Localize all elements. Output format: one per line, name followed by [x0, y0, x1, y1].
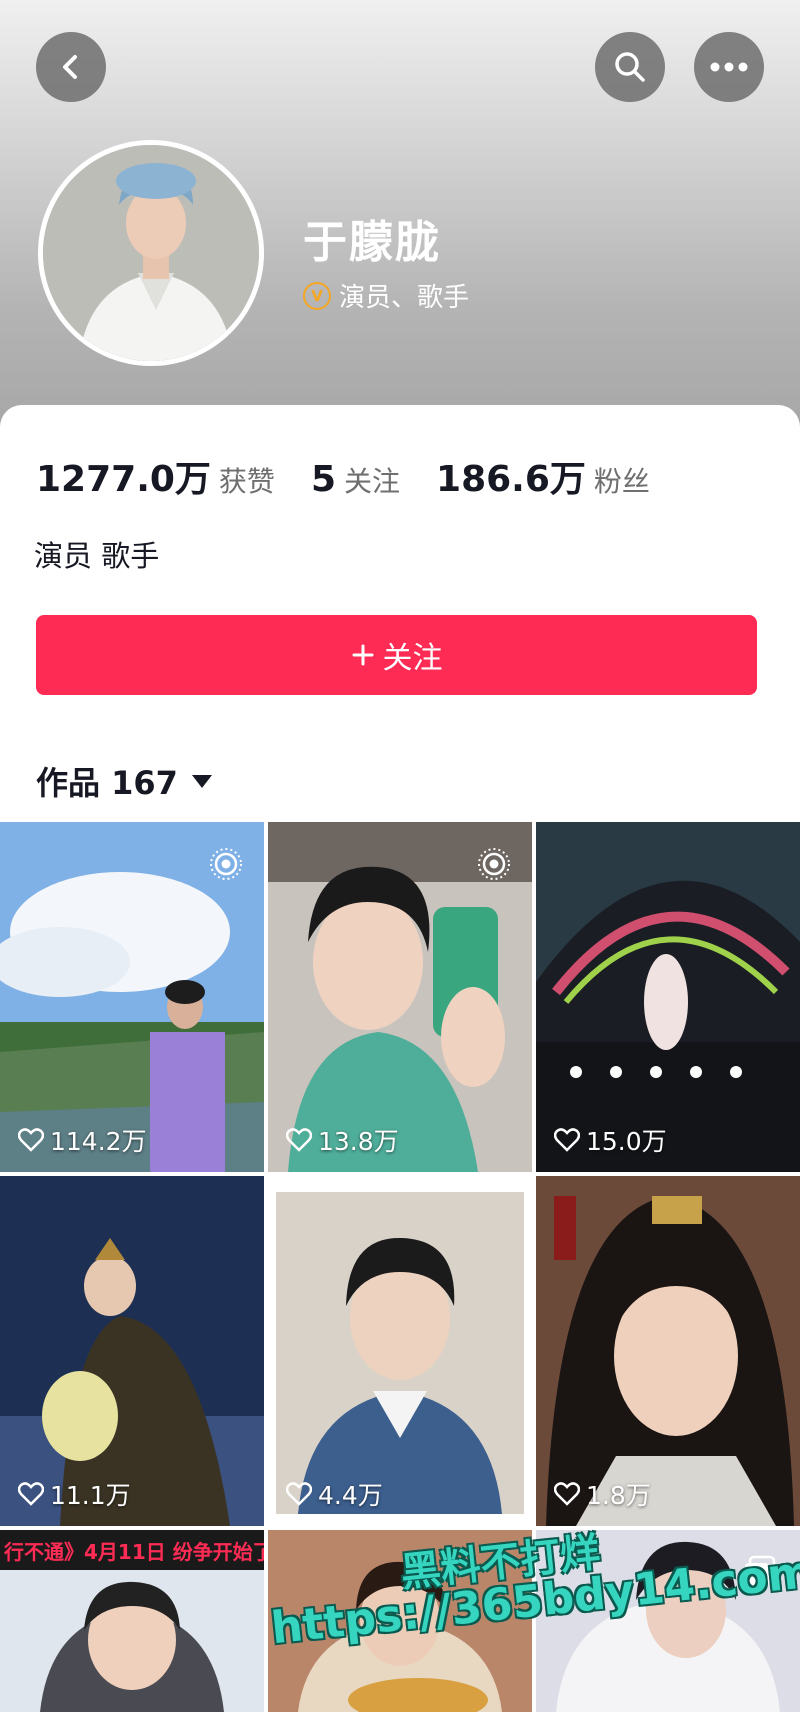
stat-following[interactable]: 5 关注 [311, 459, 400, 500]
likes-count: 1.8万 [554, 1476, 651, 1512]
stat-value: 1277.0万 [36, 459, 211, 500]
likes-value: 114.2万 [50, 1127, 147, 1156]
search-icon [615, 52, 645, 82]
works-label: 作品 167 [36, 764, 178, 802]
stats-row: 1277.0万 获赞 5 关注 186.6万 粉丝 [36, 450, 686, 502]
likes-value: 1.8万 [586, 1481, 651, 1510]
video-tile[interactable]: 114.2万 [0, 822, 264, 1172]
plus-icon [352, 644, 373, 666]
back-button[interactable] [36, 32, 106, 102]
likes-count: 4.4万 [286, 1476, 383, 1512]
likes-value: 15.0万 [586, 1127, 667, 1156]
likes-count: 13.8万 [286, 1122, 399, 1158]
likes-value: 11.1万 [50, 1481, 131, 1510]
likes-count: 114.2万 [18, 1122, 147, 1158]
likes-count: 15.0万 [554, 1122, 667, 1158]
stat-label: 粉丝 [593, 465, 650, 498]
more-dots-icon [710, 62, 748, 72]
video-tile[interactable]: 行不通》4月11日 纷争开始了 [0, 1530, 264, 1712]
follow-button-label: 关注 [382, 641, 443, 676]
profile-card: 1277.0万 获赞 5 关注 186.6万 粉丝 演员 歌手 关注 作品 16… [0, 405, 800, 825]
stat-value: 186.6万 [436, 459, 586, 500]
profile-header: 于朦胧 V 演员、歌手 [0, 0, 800, 440]
video-banner: 行不通》4月11日 纷争开始了 [0, 1530, 264, 1570]
video-tile[interactable]: 1.8万 [536, 1176, 800, 1526]
bio-text: 演员 歌手 [34, 539, 160, 573]
stat-likes: 1277.0万 获赞 [36, 450, 275, 502]
stat-label: 关注 [344, 465, 401, 498]
live-photo-icon [210, 848, 242, 880]
verified-badge-icon: V [303, 281, 331, 310]
stat-followers[interactable]: 186.6万 粉丝 [436, 450, 650, 502]
heart-icon [554, 1482, 580, 1506]
more-button[interactable] [694, 32, 764, 102]
caret-down-icon [191, 774, 212, 788]
avatar[interactable] [38, 140, 264, 366]
stat-value: 5 [310, 459, 336, 500]
video-tile[interactable]: 4.4万 [268, 1176, 532, 1526]
chevron-left-icon [63, 55, 77, 79]
heart-icon [18, 1482, 44, 1506]
heart-icon [18, 1128, 44, 1152]
video-tile[interactable]: 13.8万 [268, 822, 532, 1172]
heart-icon [286, 1128, 312, 1152]
search-button[interactable] [595, 32, 665, 102]
follow-button[interactable]: 关注 [36, 615, 757, 695]
likes-count: 11.1万 [18, 1476, 131, 1512]
heart-icon [286, 1482, 312, 1506]
nickname: 于朦胧 [303, 217, 441, 268]
works-tab[interactable]: 作品 167 [36, 758, 212, 804]
video-tile[interactable]: 11.1万 [0, 1176, 264, 1526]
verification-row: V 演员、歌手 [303, 277, 469, 314]
stat-label: 获赞 [218, 465, 275, 498]
live-photo-icon [478, 848, 510, 880]
video-tile[interactable]: 15.0万 [536, 822, 800, 1172]
likes-value: 13.8万 [318, 1127, 399, 1156]
likes-value: 4.4万 [318, 1481, 383, 1510]
verification-text: 演员、歌手 [339, 283, 470, 313]
heart-icon [554, 1128, 580, 1152]
